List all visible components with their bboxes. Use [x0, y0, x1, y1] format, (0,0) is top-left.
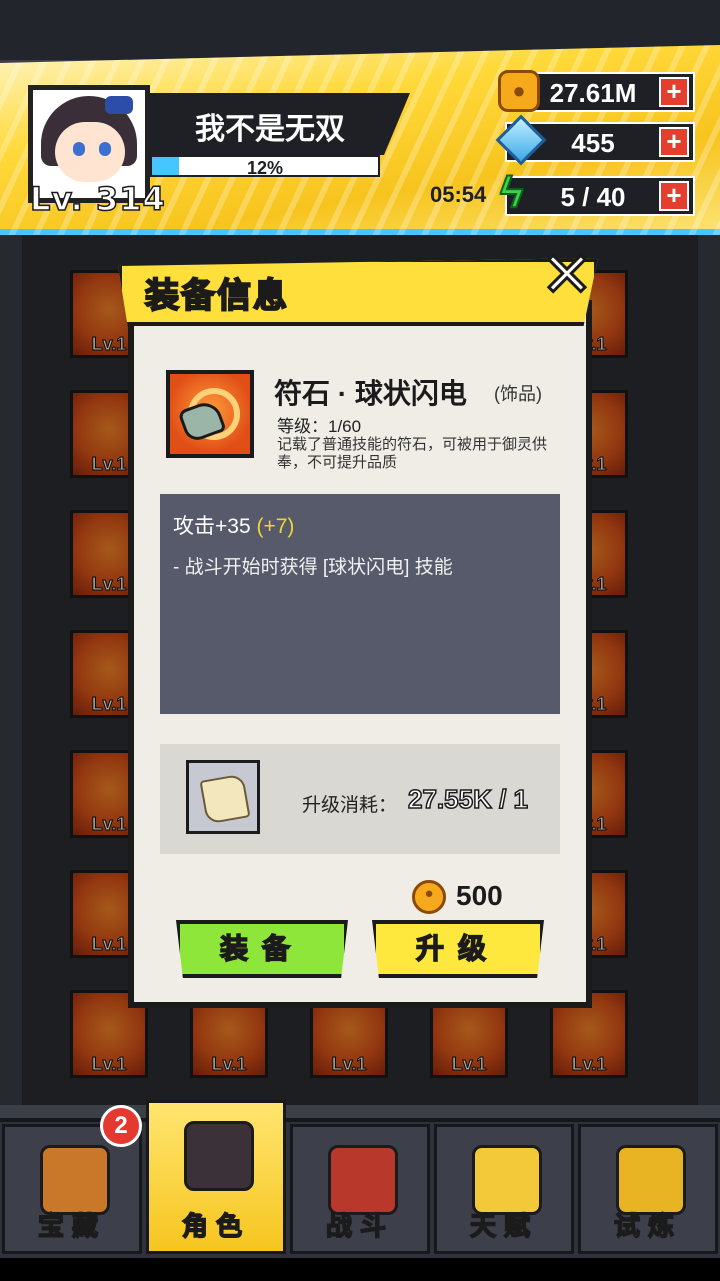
player-level: Lv. 314 — [29, 179, 166, 219]
gem-value: 455 — [571, 128, 615, 158]
stamina-counter: 5 / 40 + — [505, 176, 695, 216]
system-bar — [0, 1258, 720, 1281]
paw-icon: ● — [512, 78, 526, 103]
avatar-eye — [73, 142, 85, 156]
nav-tab-label: 角色 — [181, 1210, 250, 1242]
equip-button[interactable]: 装备 — [176, 920, 348, 978]
item-type: (饰品) — [494, 384, 542, 404]
upgrade-cost-value: 27.55K / 1 — [407, 783, 528, 815]
upgrade-price: 500 — [456, 880, 503, 911]
nav-tab-4[interactable]: 试炼 — [578, 1124, 718, 1254]
price-coin-icon: ● — [412, 880, 446, 914]
nav-tab-label: 宝藏 — [37, 1210, 106, 1242]
add-stamina-button[interactable]: + — [659, 181, 689, 211]
nav-tab-2[interactable]: 战斗 — [290, 1124, 430, 1254]
nav-tab-label: 战斗 — [325, 1210, 394, 1242]
stamina-timer: 05:54 — [430, 182, 487, 207]
add-gems-button[interactable]: + — [659, 127, 689, 157]
game-screen: Lv. 314 我不是无双 12% 27.61M + ● 455 + 05:54… — [0, 0, 720, 1281]
add-coins-button[interactable]: + — [659, 77, 689, 107]
attack-bonus: (+7) — [256, 515, 295, 538]
avatar-face — [55, 122, 125, 182]
skill-effect: - 战斗开始时获得 [球状闪电] 技能 — [173, 557, 453, 578]
nav-tab-3[interactable]: 天赋 — [434, 1124, 574, 1254]
nav-tab-label: 试炼 — [613, 1210, 682, 1242]
coin-icon: ● — [498, 70, 540, 112]
scroll-paper — [199, 773, 251, 825]
treasure-chest-icon — [40, 1145, 110, 1215]
exp-percent: 12% — [246, 158, 284, 178]
avatar-bow — [105, 96, 133, 114]
scroll-icon — [186, 760, 260, 834]
stamina-value: 5 / 40 — [560, 182, 626, 212]
lightbulb-icon — [472, 1145, 542, 1215]
character-icon — [184, 1121, 254, 1191]
player-name: 我不是无双 — [195, 113, 345, 146]
nav-tab-label: 天赋 — [469, 1210, 538, 1242]
nav-tab-1[interactable]: 角色 — [146, 1100, 286, 1254]
dialog-title: 装备信息 — [144, 276, 289, 316]
upgrade-cost-label: 升级消耗： — [302, 795, 398, 816]
item-description: 记载了普通技能的符石，可被用于御灵供奉，不可提升品质 — [277, 436, 548, 471]
avatar-eye — [99, 142, 111, 156]
lightning-icon: ϟ — [499, 167, 524, 218]
item-level: 等级：1/60 — [277, 417, 362, 436]
item-icon — [166, 370, 254, 458]
notification-badge: 2 — [100, 1105, 142, 1147]
upgrade-button[interactable]: 升级 — [372, 920, 544, 978]
swords-icon — [328, 1145, 398, 1215]
attack-stat: 攻击+35 (+7) — [173, 510, 294, 540]
trial-emblem-icon — [616, 1145, 686, 1215]
close-button[interactable]: ✕ — [538, 243, 596, 308]
item-name: 符石 · 球状闪电 — [274, 378, 467, 409]
coin-value: 27.61M — [549, 78, 637, 108]
attack-value: 攻击+35 — [173, 515, 251, 538]
